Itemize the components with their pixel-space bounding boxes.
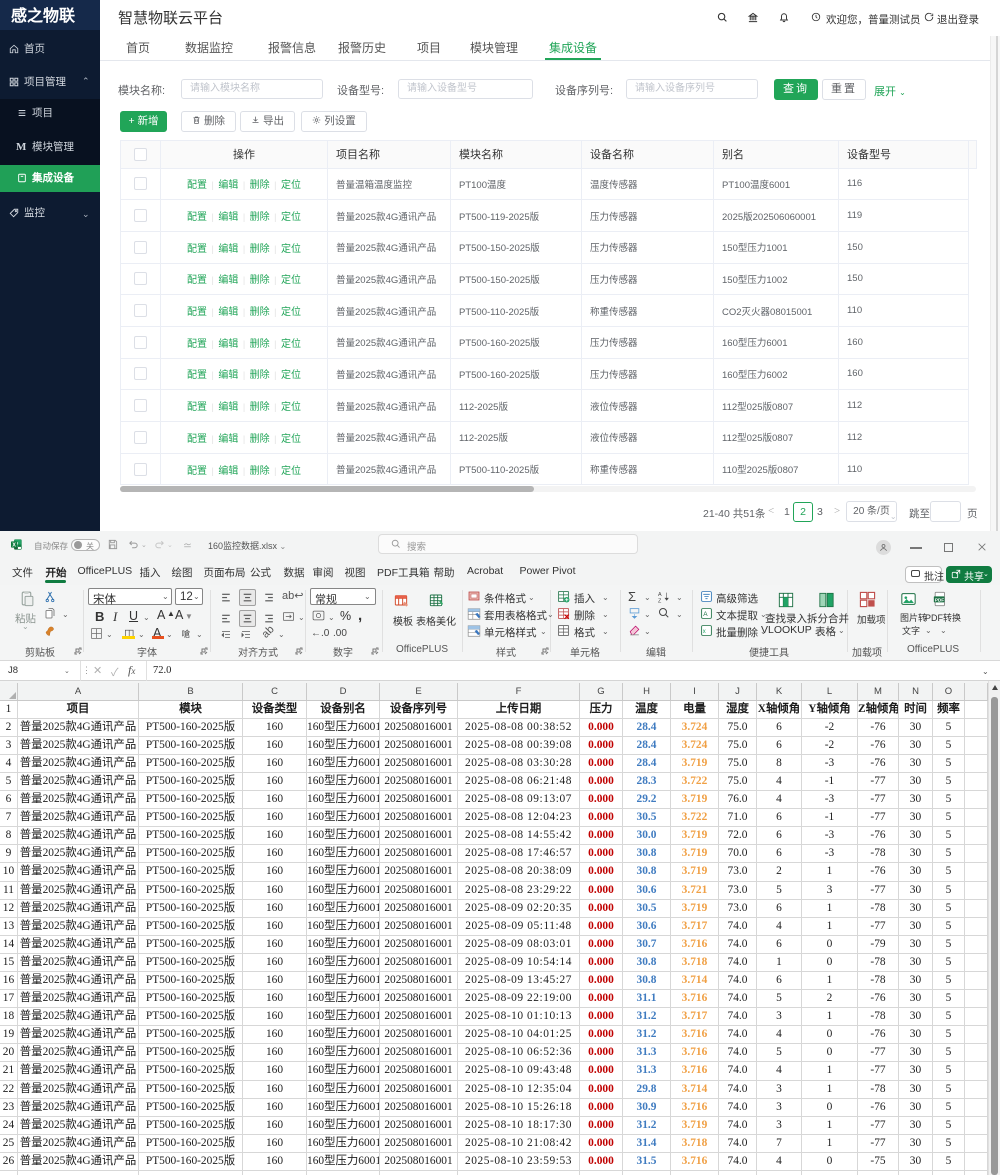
svg-text:PDF: PDF bbox=[935, 597, 944, 602]
svg-text:X: X bbox=[12, 542, 16, 548]
svg-text:A: A bbox=[658, 592, 662, 598]
svg-text:A: A bbox=[703, 611, 708, 618]
svg-text:Z: Z bbox=[658, 598, 662, 604]
svg-text:嗆: 嗆 bbox=[182, 628, 191, 639]
svg-text:x: x bbox=[703, 629, 706, 635]
